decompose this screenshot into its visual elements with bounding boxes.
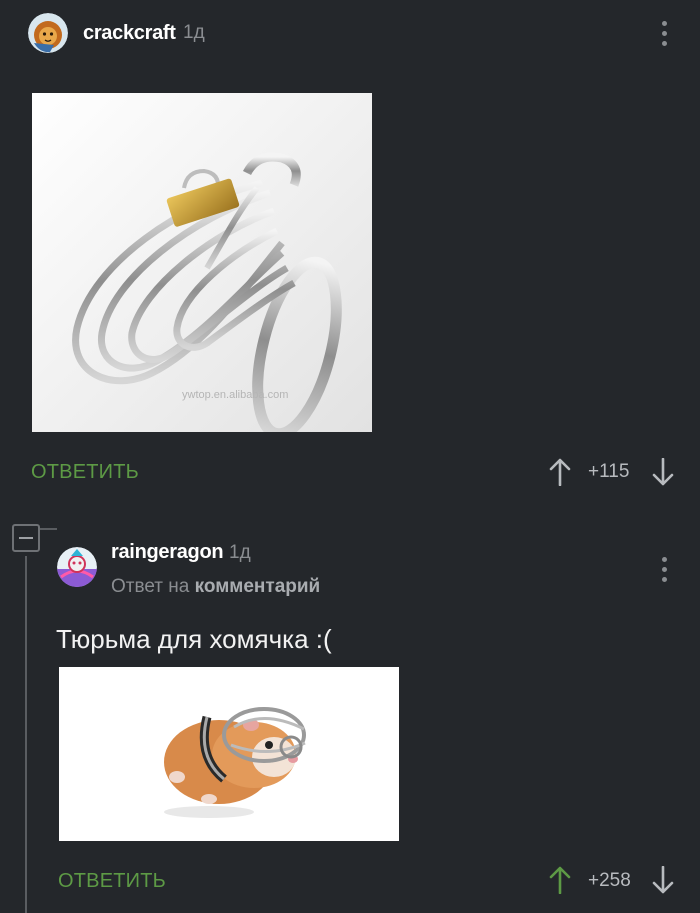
arrow-down-icon[interactable] [652,458,674,486]
image-watermark: ywtop.en.alibaba.com [182,389,288,401]
comment-image[interactable] [59,667,399,841]
comment-rating: +115 [588,461,630,482]
reply-to-line: Ответ на комментарий [111,576,320,598]
comment-time: 1д [229,542,251,563]
comment-image[interactable]: ywtop.en.alibaba.com [32,93,372,432]
collapse-minus-icon [19,537,33,539]
reply-to-link[interactable]: комментарий [195,576,321,597]
avatar-crackcraft[interactable] [28,13,68,53]
reply-to-prefix: Ответ на [111,576,190,597]
arrow-up-icon[interactable] [549,866,571,894]
collapse-thread-button[interactable] [12,524,40,552]
comment-text: Тюрьма для хомячка :( [56,624,332,654]
aztec-avatar-icon [57,547,97,587]
comment-time: 1д [183,22,205,43]
reply-button[interactable]: ОТВЕТИТЬ [58,870,166,893]
arrow-up-icon[interactable] [549,458,571,486]
metal-cage-image: ywtop.en.alibaba.com [32,93,372,432]
kebab-menu-icon[interactable] [659,557,669,582]
kebab-menu-icon[interactable] [659,21,669,46]
reply-button[interactable]: ОТВЕТИТЬ [31,461,139,484]
lion-avatar-icon [28,13,68,53]
thread-line [25,556,27,913]
comment-author[interactable]: raingeragon [111,541,224,564]
arrow-down-icon[interactable] [652,866,674,894]
avatar-raingeragon[interactable] [57,547,97,587]
comment-author[interactable]: crackcraft [83,22,176,45]
hamster-image [59,667,399,841]
comment-rating: +258 [588,870,631,891]
